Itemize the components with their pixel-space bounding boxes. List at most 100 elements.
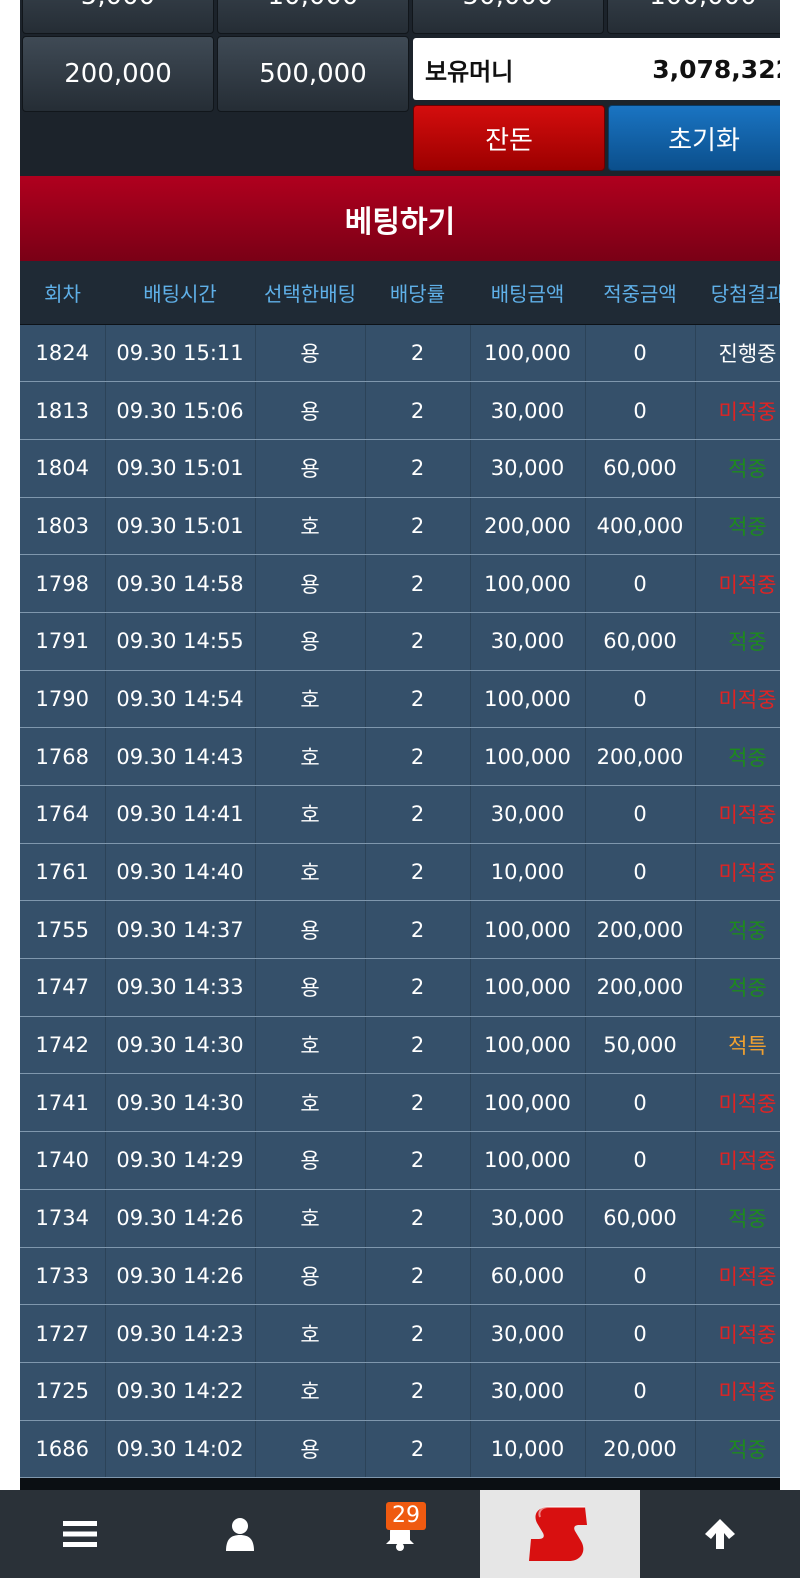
cell-win: 60,000 — [585, 439, 696, 498]
cell-odds: 2 — [365, 1247, 471, 1306]
cell-round: 1740 — [20, 1131, 106, 1190]
cell-amount: 10,000 — [470, 843, 586, 902]
chip-button-50000[interactable]: 50,000 — [412, 0, 604, 34]
cell-pick: 호 — [255, 1189, 366, 1248]
table-row: 1804 09.30 15:01 용 2 30,000 60,000 적중 — [20, 439, 780, 498]
cell-amount: 100,000 — [470, 900, 586, 960]
cell-odds: 2 — [365, 554, 471, 613]
table-row: 1798 09.30 14:58 용 2 100,000 0 미적중 — [20, 554, 780, 613]
cell-odds: 2 — [365, 1073, 471, 1133]
cell-amount: 30,000 — [470, 381, 586, 440]
header-amount: 배팅금액 — [470, 261, 585, 325]
table-row: 1791 09.30 14:55 용 2 30,000 60,000 적중 — [20, 612, 780, 671]
cell-win: 0 — [585, 1362, 696, 1421]
table-row: 1790 09.30 14:54 호 2 100,000 0 미적중 — [20, 670, 780, 729]
cell-pick: 호 — [255, 670, 366, 729]
chip-button-200000[interactable]: 200,000 — [22, 36, 214, 112]
cell-pick: 용 — [255, 439, 366, 498]
place-bet-button[interactable]: 베팅하기 — [20, 176, 780, 261]
cell-time: 09.30 14:29 — [105, 1131, 256, 1190]
change-button[interactable]: 잔돈 — [413, 105, 605, 171]
cell-time: 09.30 14:22 — [105, 1362, 256, 1421]
chip-button-500000[interactable]: 500,000 — [217, 36, 409, 112]
arrow-up-icon — [705, 1519, 735, 1549]
cell-pick: 용 — [255, 958, 366, 1017]
user-button[interactable] — [160, 1490, 320, 1578]
cell-result: 적특 — [695, 1016, 780, 1075]
cell-result: 적중 — [695, 612, 780, 671]
table-row: 1803 09.30 15:01 호 2 200,000 400,000 적중 — [20, 497, 780, 556]
cell-time: 09.30 14:37 — [105, 900, 256, 960]
cell-time: 09.30 14:30 — [105, 1073, 256, 1133]
cell-odds: 2 — [365, 1362, 471, 1421]
cell-amount: 30,000 — [470, 785, 586, 844]
home-logo-button[interactable] — [480, 1490, 640, 1578]
reset-button[interactable]: 초기화 — [608, 105, 780, 171]
cell-amount: 30,000 — [470, 1189, 586, 1248]
cell-result: 미적중 — [695, 1362, 780, 1421]
cell-amount: 30,000 — [470, 1362, 586, 1421]
cell-amount: 10,000 — [470, 1420, 586, 1479]
cell-win: 400,000 — [585, 497, 696, 556]
cell-result: 적중 — [695, 439, 780, 498]
panel-footer-bar — [20, 1478, 780, 1490]
cell-result: 미적중 — [695, 1304, 780, 1363]
cell-time: 09.30 14:26 — [105, 1189, 256, 1248]
cell-amount: 100,000 — [470, 1073, 586, 1133]
cell-round: 1804 — [20, 439, 106, 498]
table-row: 1742 09.30 14:30 호 2 100,000 50,000 적특 — [20, 1016, 780, 1075]
cell-result: 미적중 — [695, 843, 780, 902]
cell-win: 0 — [585, 843, 696, 902]
cell-round: 1727 — [20, 1304, 106, 1363]
cell-time: 09.30 14:26 — [105, 1247, 256, 1306]
menu-button[interactable] — [0, 1490, 160, 1578]
table-row: 1734 09.30 14:26 호 2 30,000 60,000 적중 — [20, 1189, 780, 1248]
cell-pick: 호 — [255, 1304, 366, 1363]
cell-win: 20,000 — [585, 1420, 696, 1479]
cell-pick: 용 — [255, 1420, 366, 1479]
cell-pick: 호 — [255, 1362, 366, 1421]
cell-pick: 용 — [255, 1131, 366, 1190]
table-row: 1733 09.30 14:26 용 2 60,000 0 미적중 — [20, 1247, 780, 1306]
cell-time: 09.30 14:54 — [105, 670, 256, 729]
cell-time: 09.30 14:33 — [105, 958, 256, 1017]
cell-win: 50,000 — [585, 1016, 696, 1075]
cell-time: 09.30 14:58 — [105, 554, 256, 613]
cell-amount: 100,000 — [470, 1016, 586, 1075]
money-label: 보유머니 — [425, 57, 514, 86]
cell-amount: 100,000 — [470, 958, 586, 1017]
cell-round: 1741 — [20, 1073, 106, 1133]
cell-time: 09.30 14:55 — [105, 612, 256, 671]
cell-result: 적중 — [695, 958, 780, 1017]
notification-button[interactable]: 29 — [320, 1490, 480, 1578]
cell-time: 09.30 14:02 — [105, 1420, 256, 1479]
notification-badge: 29 — [386, 1502, 426, 1530]
table-row: 1768 09.30 14:43 호 2 100,000 200,000 적중 — [20, 727, 780, 786]
table-row: 1747 09.30 14:33 용 2 100,000 200,000 적중 — [20, 958, 780, 1017]
cell-round: 1725 — [20, 1362, 106, 1421]
cell-result: 진행중 — [695, 324, 780, 383]
chip-button-100000[interactable]: 100,000 — [607, 0, 780, 34]
chip-button-10000[interactable]: 10,000 — [217, 0, 409, 34]
cell-round: 1733 — [20, 1247, 106, 1306]
cell-amount: 30,000 — [470, 612, 586, 671]
table-header-row: 회차 배팅시간 선택한배팅 배당률 배팅금액 적중금액 당첨결과 — [20, 261, 780, 325]
cell-odds: 2 — [365, 324, 471, 383]
cell-odds: 2 — [365, 900, 471, 960]
cell-amount: 100,000 — [470, 727, 586, 786]
scroll-top-button[interactable] — [640, 1490, 800, 1578]
cell-win: 60,000 — [585, 1189, 696, 1248]
cell-win: 0 — [585, 1073, 696, 1133]
cell-win: 0 — [585, 381, 696, 440]
chip-button-5000[interactable]: 5,000 — [22, 0, 214, 34]
cell-time: 09.30 14:23 — [105, 1304, 256, 1363]
cell-result: 미적중 — [695, 785, 780, 844]
cell-amount: 30,000 — [470, 1304, 586, 1363]
cell-odds: 2 — [365, 1304, 471, 1363]
cell-time: 09.30 14:30 — [105, 1016, 256, 1075]
table-row: 1727 09.30 14:23 호 2 30,000 0 미적중 — [20, 1304, 780, 1363]
cell-result: 적중 — [695, 1420, 780, 1479]
cell-pick: 용 — [255, 612, 366, 671]
table-row: 1740 09.30 14:29 용 2 100,000 0 미적중 — [20, 1131, 780, 1190]
cell-time: 09.30 15:11 — [105, 324, 256, 383]
